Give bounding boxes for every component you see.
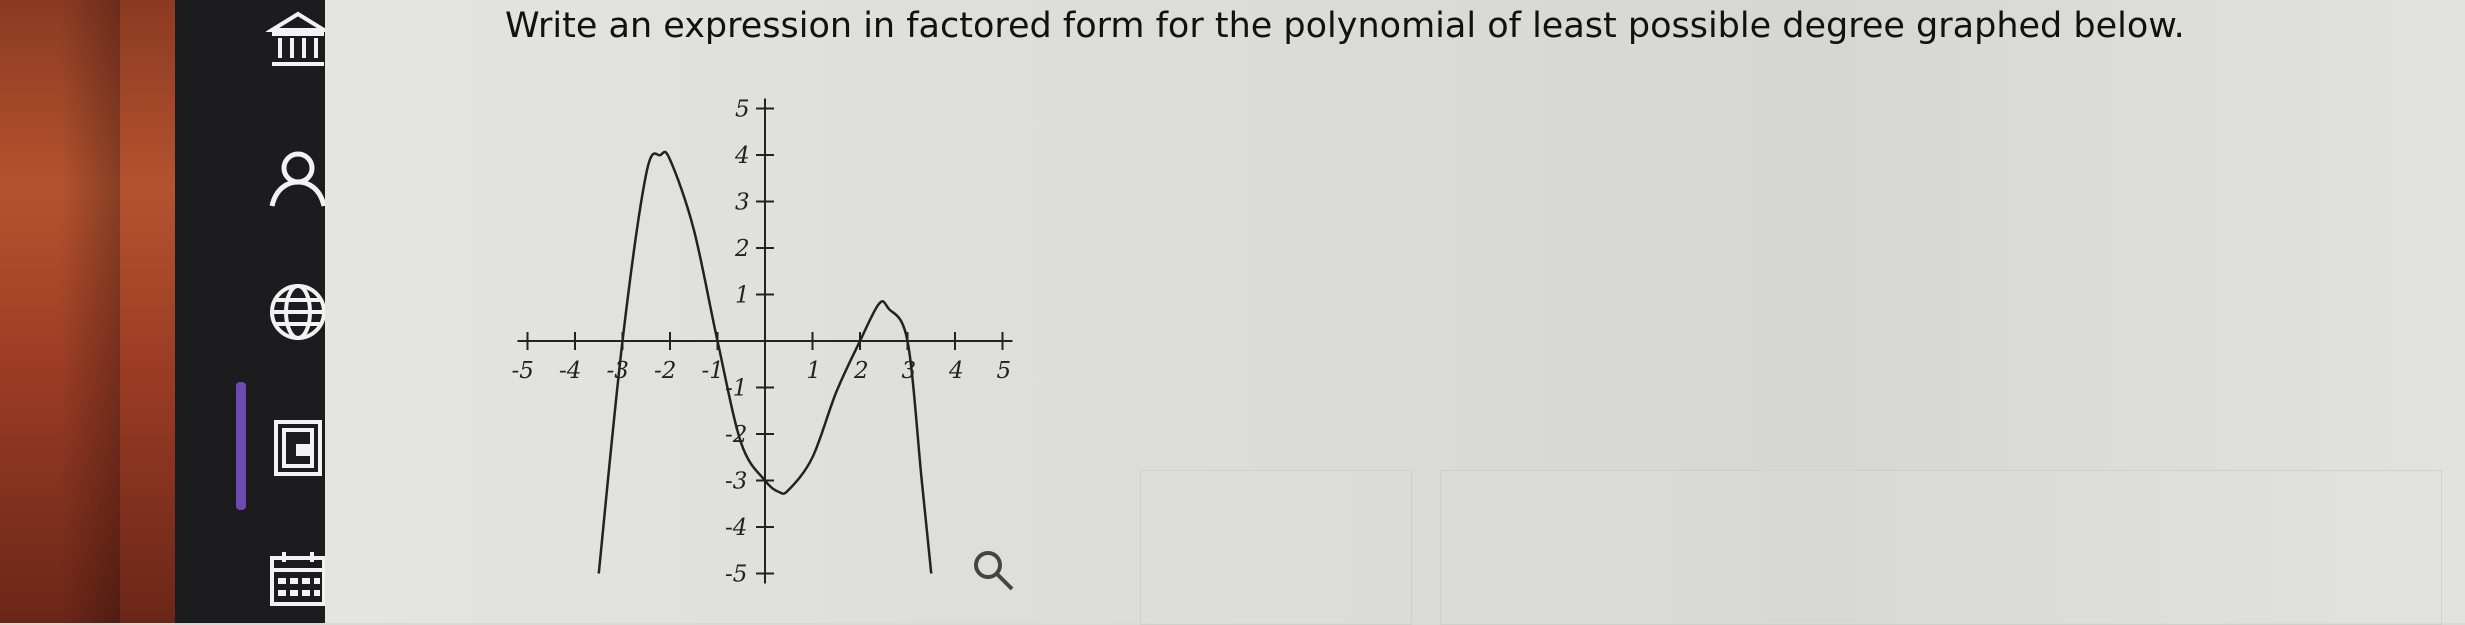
x-tick-label: 5 — [997, 358, 1012, 384]
y-tick-label: 5 — [735, 97, 750, 123]
y-tick-label: -3 — [725, 469, 747, 495]
answer-panel-right — [1440, 470, 2442, 625]
y-tick-label: -5 — [725, 562, 747, 588]
x-tick-label: -1 — [702, 358, 724, 384]
nav-active-indicator — [236, 382, 246, 510]
x-tick-label: 1 — [807, 358, 822, 384]
x-tick-label: -5 — [512, 358, 534, 384]
y-tick-label: 2 — [734, 236, 750, 262]
y-tick-label: 4 — [734, 143, 750, 169]
question-text: Write an expression in factored form for… — [505, 6, 2185, 46]
y-tick-label: 1 — [735, 283, 750, 309]
y-tick-label: -4 — [725, 515, 747, 541]
x-tick-label: -2 — [654, 358, 676, 384]
background-photo-edge — [0, 0, 175, 623]
y-tick-label: 3 — [735, 190, 750, 216]
x-tick-label: -4 — [559, 358, 581, 384]
answer-panel-left — [1140, 470, 1412, 625]
polynomial-graph: -5 -4 -3 -2 -1 1 2 3 4 5-5-4-3-2-112345 — [512, 97, 1013, 588]
x-tick-label: 3 — [902, 358, 917, 384]
x-tick-label: 4 — [948, 358, 964, 384]
graph-axes — [517, 98, 1013, 584]
magnify-icon[interactable] — [968, 545, 1018, 595]
x-tick-label: 2 — [853, 358, 869, 384]
